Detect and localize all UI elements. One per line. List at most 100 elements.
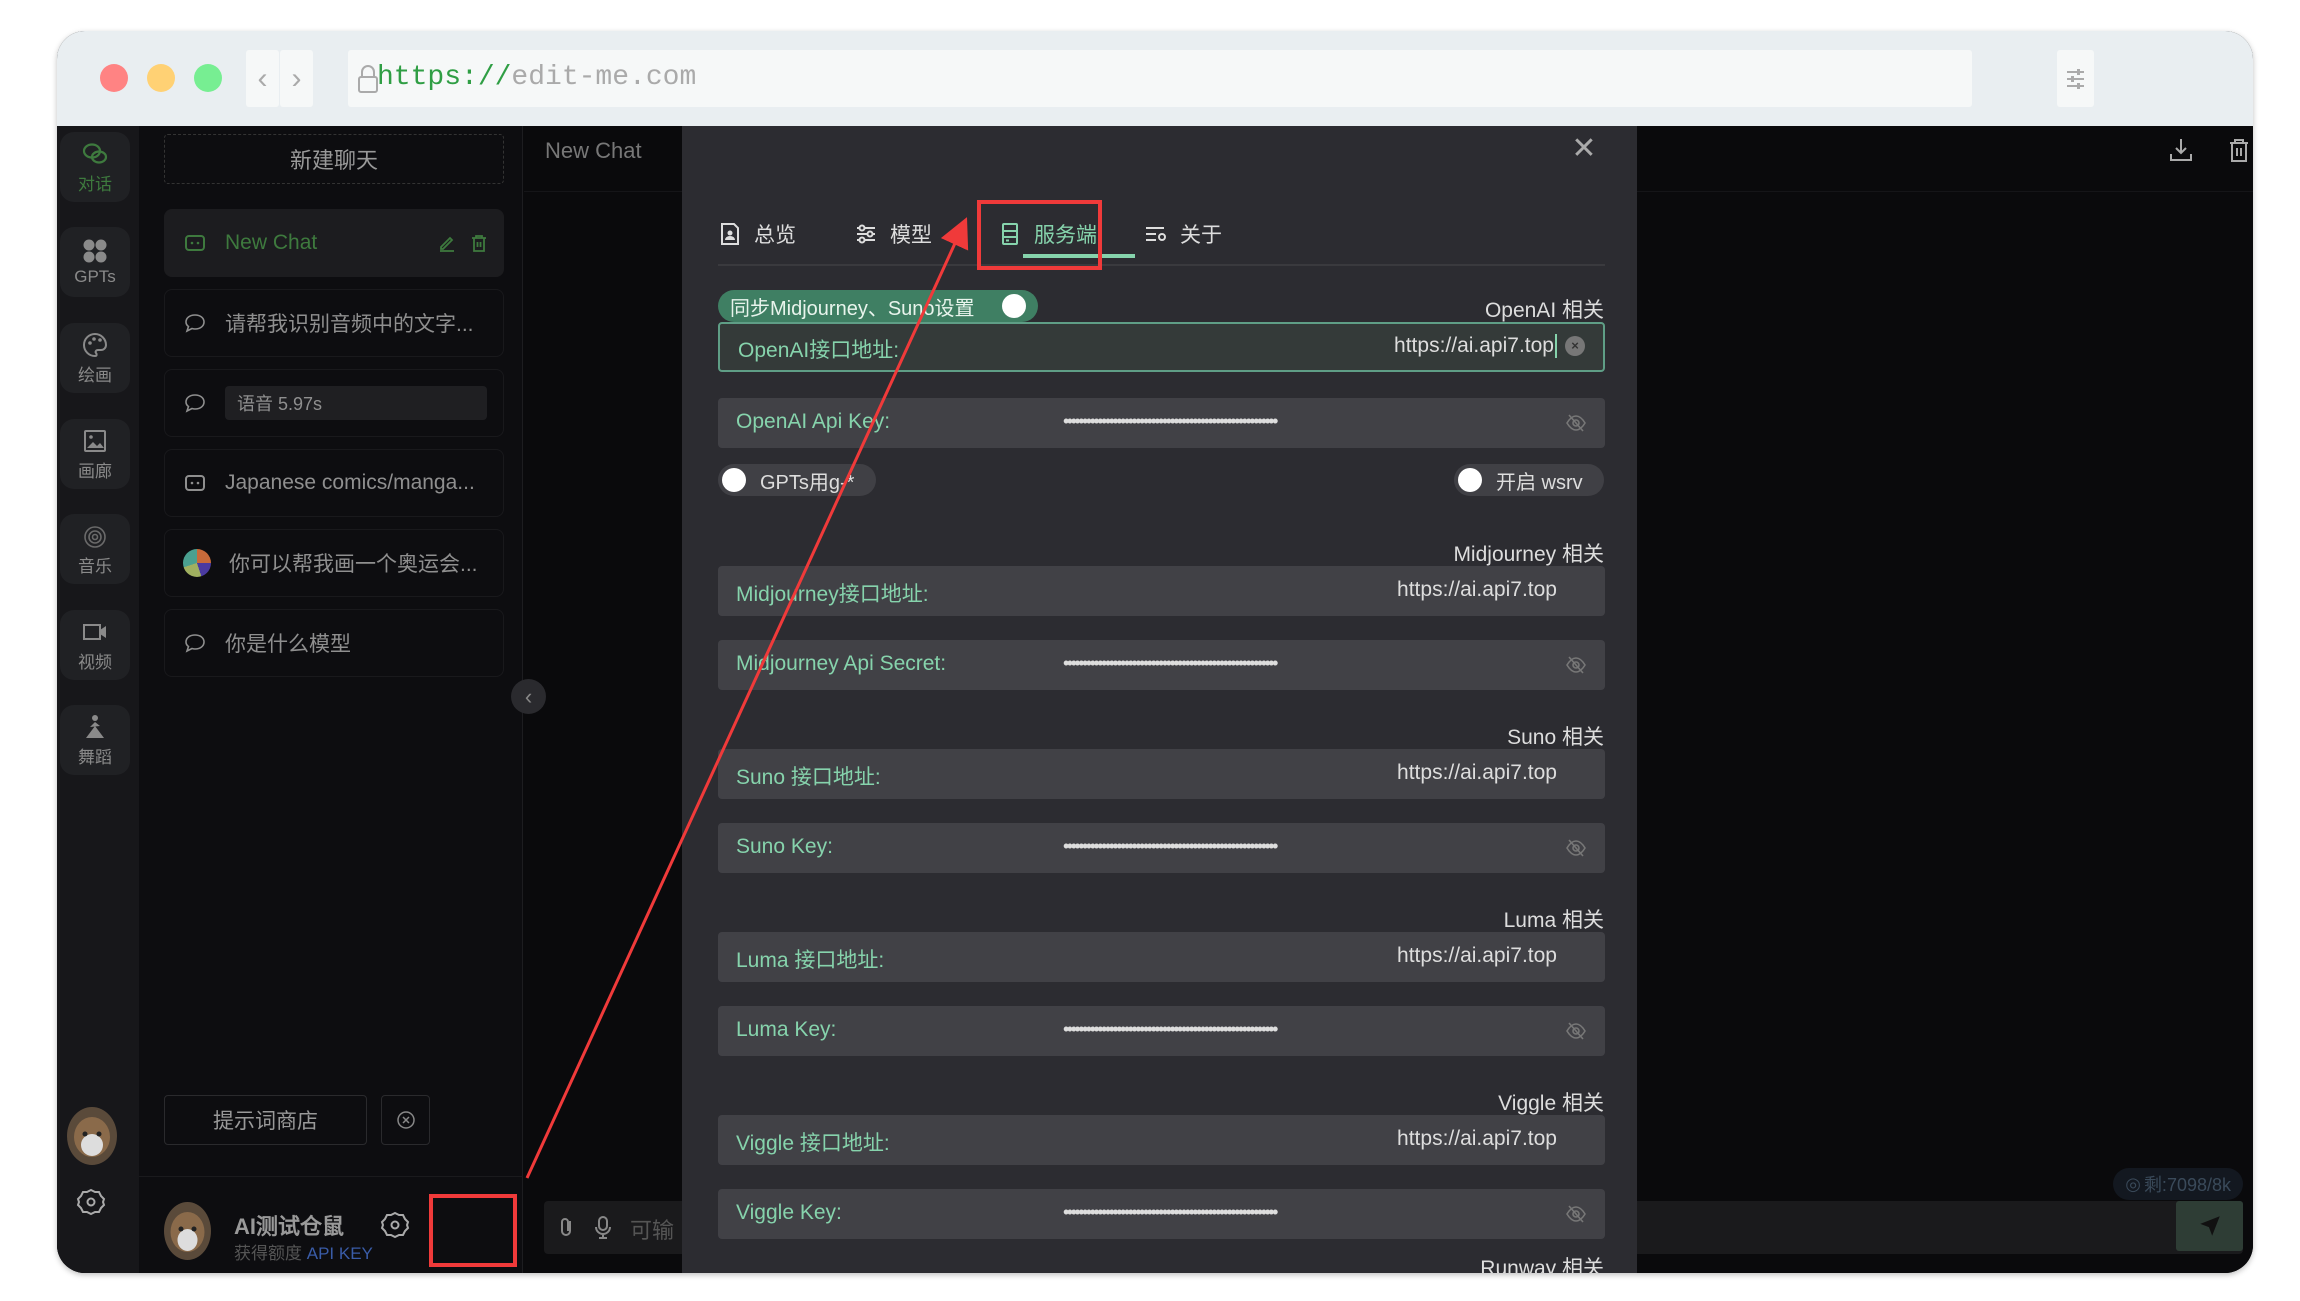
viggle-endpoint-field[interactable]: Viggle 接口地址: https://ai.api7.top bbox=[718, 1115, 1605, 1165]
text-caret bbox=[1555, 334, 1557, 359]
openai-endpoint-field[interactable]: OpenAI接口地址: https://ai.api7.top × bbox=[718, 322, 1605, 372]
sync-midjourney-suno-toggle[interactable]: 同步Midjourney、Suno设置 bbox=[718, 290, 1038, 322]
prompt-store-button[interactable]: 提示词商店 bbox=[164, 1095, 367, 1145]
tab-models[interactable]: 模型 bbox=[854, 216, 932, 252]
eye-off-icon[interactable] bbox=[1565, 654, 1587, 676]
section-title-suno: Suno 相关 bbox=[1507, 726, 1604, 749]
chat-bubble-icon bbox=[185, 634, 205, 653]
luma-key-field[interactable]: Luma Key: ••••••••••••••••••••••••••••••… bbox=[718, 1006, 1605, 1056]
browser-window: ‹ › https://edit-me.com 对话 GPTs 绘画 画廊 音乐… bbox=[57, 31, 2253, 1273]
hamster-avatar-icon bbox=[74, 1117, 110, 1157]
sliders-icon bbox=[857, 224, 875, 244]
send-icon bbox=[2199, 1216, 2220, 1236]
clear-input-icon[interactable]: × bbox=[1565, 336, 1585, 356]
list-settings-icon bbox=[1146, 227, 1166, 241]
minimize-window-button[interactable] bbox=[147, 64, 175, 92]
rail-item-dance[interactable]: 舞蹈 bbox=[60, 705, 130, 775]
chat-item[interactable]: 你是什么模型 bbox=[164, 609, 504, 677]
section-title-viggle: Viggle 相关 bbox=[1498, 1092, 1604, 1115]
apps-grid-icon bbox=[83, 239, 107, 263]
rail-item-chat[interactable]: 对话 bbox=[60, 132, 130, 202]
hamster-avatar-icon bbox=[170, 1212, 205, 1252]
eye-off-icon[interactable] bbox=[1565, 1203, 1587, 1225]
close-circle-icon bbox=[396, 1111, 415, 1129]
chat-app: 对话 GPTs 绘画 画廊 音乐 视频 舞蹈 新建聊天 New Chat 请帮我… bbox=[57, 126, 2253, 1273]
input-placeholder: 可输 bbox=[630, 1218, 675, 1243]
suno-key-field[interactable]: Suno Key: ••••••••••••••••••••••••••••••… bbox=[718, 823, 1605, 873]
robot-chat-icon bbox=[185, 475, 205, 491]
gear-icon[interactable] bbox=[75, 1186, 107, 1218]
nav-rail: 对话 GPTs 绘画 画廊 音乐 视频 舞蹈 bbox=[57, 126, 139, 1273]
robot-chat-icon bbox=[185, 235, 205, 251]
rail-item-drawing[interactable]: 绘画 bbox=[60, 323, 130, 393]
url-text: https://edit-me.com bbox=[377, 62, 697, 93]
chat-item[interactable]: New Chat bbox=[164, 209, 504, 277]
browser-settings-button[interactable] bbox=[2057, 50, 2094, 107]
settings-dialog: ✕ 总览 模型 服务端 关于 同步Midjourney、Suno设置 OpenA… bbox=[682, 126, 1637, 1273]
eye-off-icon[interactable] bbox=[1565, 1020, 1587, 1042]
forward-button[interactable]: › bbox=[280, 50, 313, 107]
maximize-window-button[interactable] bbox=[194, 64, 222, 92]
viggle-key-field[interactable]: Viggle Key: ••••••••••••••••••••••••••••… bbox=[718, 1189, 1605, 1239]
section-title-openai: OpenAI 相关 bbox=[1484, 299, 1604, 322]
chat-title: New Chat bbox=[545, 138, 642, 163]
lock-icon bbox=[358, 65, 378, 93]
section-title-luma: Luma 相关 bbox=[1503, 909, 1604, 932]
settings-gear-icon[interactable] bbox=[379, 1209, 411, 1241]
send-button[interactable] bbox=[2176, 1201, 2243, 1251]
tab-overview[interactable]: 总览 bbox=[718, 216, 796, 252]
image-thumbnail-icon bbox=[183, 549, 211, 577]
back-button[interactable]: ‹ bbox=[246, 50, 279, 107]
rail-item-gallery[interactable]: 画廊 bbox=[60, 419, 130, 489]
wsrv-toggle[interactable]: 开启 wsrv bbox=[1454, 464, 1604, 496]
microphone-icon[interactable] bbox=[592, 1215, 614, 1239]
collapse-sidebar-button[interactable]: ‹ bbox=[511, 679, 546, 714]
avatar[interactable] bbox=[164, 1202, 211, 1260]
rail-item-music[interactable]: 音乐 bbox=[60, 514, 130, 584]
image-icon bbox=[84, 429, 106, 452]
chat-item[interactable]: 语音 5.97s bbox=[164, 369, 504, 437]
rail-item-video[interactable]: 视频 bbox=[60, 610, 130, 680]
chat-item[interactable]: Japanese comics/manga... bbox=[164, 449, 504, 517]
chat-bubble-icon bbox=[185, 394, 205, 413]
paperclip-icon[interactable] bbox=[556, 1215, 578, 1239]
voice-message-chip: 语音 5.97s bbox=[225, 386, 487, 420]
section-title-midjourney: Midjourney 相关 bbox=[1453, 543, 1604, 566]
chevron-left-icon: ‹ bbox=[257, 61, 268, 95]
eye-off-icon[interactable] bbox=[1565, 412, 1587, 434]
new-chat-button[interactable]: 新建聊天 bbox=[164, 134, 504, 184]
edit-icon[interactable] bbox=[437, 233, 457, 253]
address-bar[interactable]: https://edit-me.com bbox=[348, 50, 1972, 107]
gpts-g-toggle[interactable]: GPTs用g-* bbox=[718, 464, 876, 496]
midjourney-endpoint-field[interactable]: Midjourney接口地址: https://ai.api7.top bbox=[718, 566, 1605, 616]
luma-endpoint-field[interactable]: Luma 接口地址: https://ai.api7.top bbox=[718, 932, 1605, 982]
close-window-button[interactable] bbox=[100, 64, 128, 92]
chat-bubbles-icon bbox=[82, 142, 108, 164]
rail-item-gpts[interactable]: GPTs bbox=[60, 227, 130, 297]
close-icon[interactable]: ✕ bbox=[1569, 134, 1599, 164]
chat-bubble-icon bbox=[185, 314, 205, 333]
trash-icon[interactable] bbox=[2225, 136, 2253, 164]
midjourney-api-secret-field[interactable]: Midjourney Api Secret: •••••••••••••••••… bbox=[718, 640, 1605, 690]
chat-item[interactable]: 请帮我识别音频中的文字... bbox=[164, 289, 504, 357]
openai-api-key-field[interactable]: OpenAI Api Key: ••••••••••••••••••••••••… bbox=[718, 398, 1605, 448]
chevron-right-icon: › bbox=[291, 61, 302, 95]
download-icon[interactable] bbox=[2167, 136, 2195, 164]
suno-endpoint-field[interactable]: Suno 接口地址: https://ai.api7.top bbox=[718, 749, 1605, 799]
annotation-box-settings bbox=[429, 1194, 517, 1267]
trash-icon[interactable] bbox=[469, 233, 489, 253]
api-key-link[interactable]: API KEY bbox=[307, 1244, 373, 1263]
settings-tabs: 总览 模型 服务端 关于 bbox=[718, 206, 1605, 266]
eye-off-icon[interactable] bbox=[1565, 837, 1587, 859]
document-user-icon bbox=[721, 223, 739, 245]
clear-chats-button[interactable] bbox=[381, 1095, 430, 1145]
avatar[interactable] bbox=[67, 1107, 117, 1165]
music-disc-icon bbox=[84, 525, 106, 548]
dance-icon bbox=[86, 714, 104, 738]
chat-item[interactable]: 你可以帮我画一个奥运会... bbox=[164, 529, 504, 597]
browser-toolbar: ‹ › https://edit-me.com bbox=[57, 31, 2253, 126]
toggle-knob bbox=[1002, 294, 1026, 318]
chat-sidebar: 新建聊天 New Chat 请帮我识别音频中的文字... 语音 5.97s Ja… bbox=[139, 126, 523, 1273]
tab-about[interactable]: 关于 bbox=[1144, 216, 1222, 252]
user-quota: 获得额度 API KEY bbox=[234, 1244, 373, 1263]
